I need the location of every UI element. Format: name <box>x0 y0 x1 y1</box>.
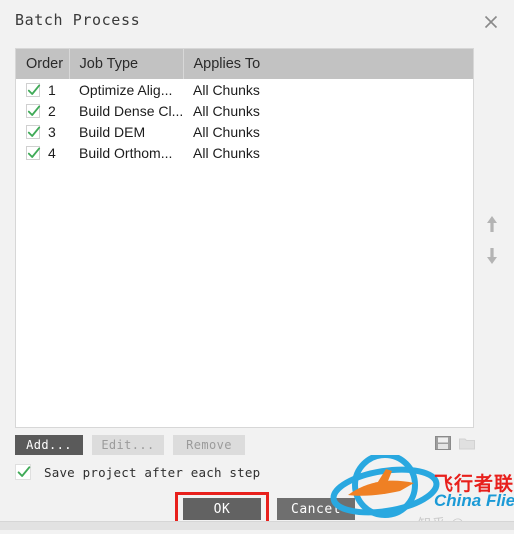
watermark-chinese-text: 飞行者联盟 <box>434 474 514 495</box>
cancel-button[interactable]: Cancel <box>277 498 355 520</box>
cell-job-type: Build Dense Cl... <box>79 102 183 119</box>
watermark-overlay: 飞行者联盟 China Flier 知乎 @ sanm <box>330 452 514 531</box>
row-checkbox[interactable] <box>26 82 41 97</box>
cell-job-type: Build Orthom... <box>79 144 173 161</box>
table-row[interactable]: 1 Optimize Alig... All Chunks <box>16 79 473 100</box>
remove-button[interactable]: Remove <box>173 435 245 455</box>
cell-applies-to: All Chunks <box>193 144 260 161</box>
table-row[interactable]: 2 Build Dense Cl... All Chunks <box>16 100 473 121</box>
row-checkbox[interactable] <box>26 124 41 139</box>
job-table-body: 1 Optimize Alig... All Chunks 2 Build Dense … <box>16 79 473 163</box>
watermark-english-text: China Flier <box>434 491 514 510</box>
close-icon[interactable] <box>480 11 502 33</box>
cell-job-type: Optimize Alig... <box>79 81 173 98</box>
cell-order: 2 <box>16 100 69 121</box>
cell-applies-to: All Chunks <box>193 123 260 140</box>
cell-applies-to: All Chunks <box>193 102 260 119</box>
batch-process-dialog: Batch Process Order Job Type Applies To … <box>0 0 514 531</box>
ok-button[interactable]: OK <box>183 498 261 520</box>
column-header-applies-to[interactable]: Applies To <box>183 49 473 79</box>
order-number: 4 <box>48 144 56 161</box>
job-table: Order Job Type Applies To 1 Optimize Alig… <box>16 49 473 163</box>
file-actions <box>435 436 475 450</box>
add-button[interactable]: Add... <box>15 435 83 455</box>
reorder-controls <box>483 213 501 267</box>
order-number: 3 <box>48 123 56 140</box>
cell-job-type: Build DEM <box>79 123 146 140</box>
dialog-titlebar: Batch Process <box>0 0 514 40</box>
save-disk-icon[interactable] <box>435 436 451 450</box>
table-header-row: Order Job Type Applies To <box>16 49 473 79</box>
arrow-up-icon[interactable] <box>483 213 501 235</box>
save-project-label: Save project after each step <box>44 464 261 480</box>
table-row[interactable]: 4 Build Orthom... All Chunks <box>16 142 473 163</box>
arrow-down-icon[interactable] <box>483 245 501 267</box>
order-number: 1 <box>48 81 56 98</box>
column-header-order[interactable]: Order <box>16 49 70 79</box>
row-checkbox[interactable] <box>26 145 41 160</box>
dialog-title: Batch Process <box>15 11 141 29</box>
job-list-panel[interactable]: Order Job Type Applies To 1 Optimize Alig… <box>15 48 474 428</box>
cell-order: 3 <box>16 121 69 142</box>
cell-order: 4 <box>16 142 69 163</box>
open-folder-icon[interactable] <box>459 436 475 450</box>
order-number: 2 <box>48 102 56 119</box>
table-row[interactable]: 3 Build DEM All Chunks <box>16 121 473 142</box>
save-project-checkbox[interactable] <box>15 464 31 480</box>
cell-order: 1 <box>16 79 69 100</box>
list-edit-buttons: Add... Edit... Remove <box>15 435 245 455</box>
row-checkbox[interactable] <box>26 103 41 118</box>
column-header-job-type[interactable]: Job Type <box>69 49 184 79</box>
save-project-option[interactable]: Save project after each step <box>15 464 260 480</box>
cell-applies-to: All Chunks <box>193 81 260 98</box>
edit-button[interactable]: Edit... <box>92 435 164 455</box>
